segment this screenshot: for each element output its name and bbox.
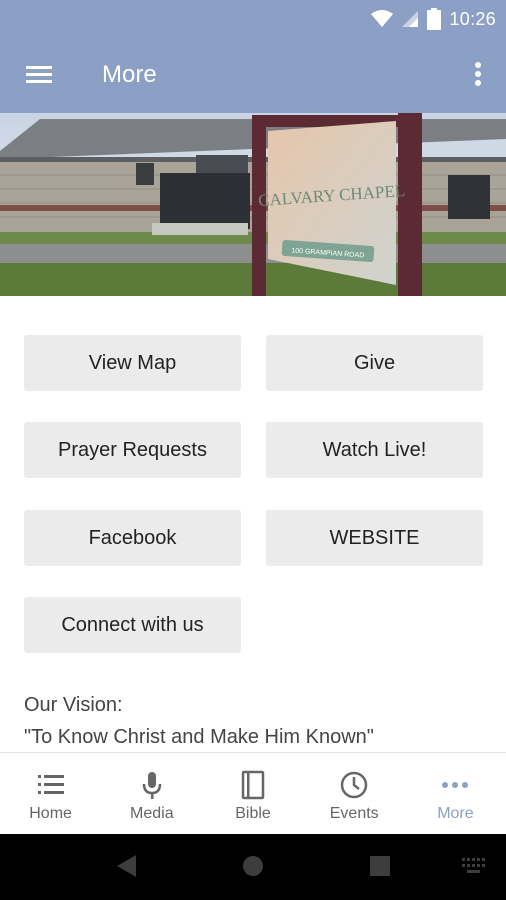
nav-item-home[interactable]: Home [0,753,101,834]
view-map-button[interactable]: View Map [24,335,241,391]
nav-item-events[interactable]: Events [304,753,405,834]
overflow-menu-icon[interactable] [468,59,488,91]
cellular-signal-icon [402,11,419,27]
give-button[interactable]: Give [266,335,483,391]
status-icons: 10:26 [371,7,496,31]
facebook-button[interactable]: Facebook [24,510,241,566]
status-bar: 10:26 [0,0,506,37]
battery-icon [427,8,442,30]
keyboard-icon[interactable] [462,858,485,873]
nav-label-media: Media [130,805,174,822]
hero-church-sign-image: CALVARY CHAPEL 100 GRAMPIAN ROAD [0,113,506,296]
back-icon[interactable] [117,855,136,877]
microphone-icon [142,772,162,799]
prayer-requests-button[interactable]: Prayer Requests [24,422,241,478]
status-time: 10:26 [449,8,496,29]
bottom-navigation: Home Media Bible Events More [0,752,506,834]
app-bar: More [0,37,506,113]
vision-section: Our Vision: "To Know Christ and Make Him… [24,689,494,753]
clock-icon [340,771,368,799]
connect-with-us-button[interactable]: Connect with us [24,597,241,653]
website-button[interactable]: WEBSITE [266,510,483,566]
watch-live-button[interactable]: Watch Live! [266,422,483,478]
nav-item-more[interactable]: More [405,753,506,834]
list-icon [37,775,64,794]
nav-label-bible: Bible [235,805,271,822]
hamburger-menu-icon[interactable] [22,59,58,91]
nav-item-bible[interactable]: Bible [202,753,303,834]
page-title: More [102,61,157,88]
book-icon [241,770,265,800]
nav-label-events: Events [329,805,379,822]
system-navigation-bar [0,834,506,900]
recents-icon[interactable] [370,856,390,876]
vision-heading: Our Vision: [24,694,123,716]
nav-item-media[interactable]: Media [101,753,202,834]
home-icon[interactable] [243,856,263,876]
nav-label-home: Home [29,805,72,822]
nav-label-more: More [437,805,474,822]
vision-text: "To Know Christ and Make Him Known" [24,726,374,748]
wifi-icon [371,10,394,27]
more-dots-icon [442,782,469,788]
